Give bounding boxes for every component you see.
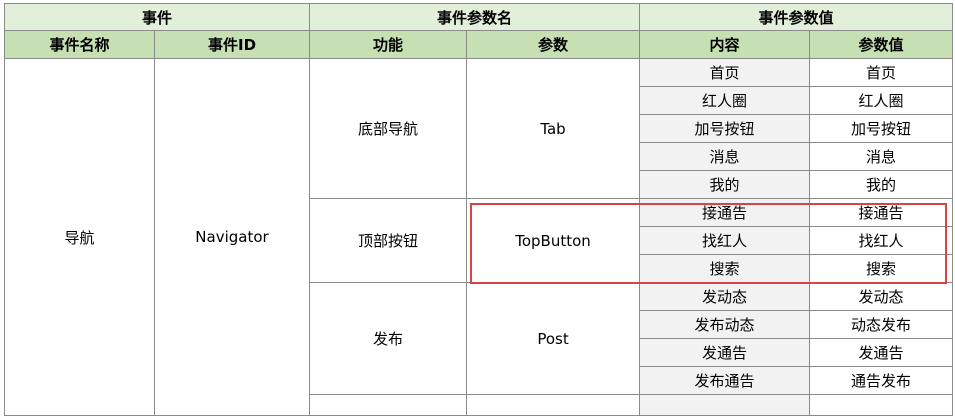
header-function: 功能 xyxy=(309,30,468,59)
value-cell: 通告发布 xyxy=(809,366,954,395)
event-id-cell: Navigator xyxy=(153,58,311,416)
content-cell: 加号按钮 xyxy=(639,114,811,143)
value-cell: 发通告 xyxy=(809,338,954,367)
content-cell: 红人圈 xyxy=(639,86,811,115)
value-cell: 动态发布 xyxy=(809,310,954,339)
header-value: 参数值 xyxy=(809,30,954,59)
value-cell: 搜索 xyxy=(809,254,954,283)
content-cell: 消息 xyxy=(639,142,811,171)
header-event-id: 事件ID xyxy=(153,30,311,59)
partial-cell xyxy=(639,394,811,416)
table-row: 导航 Navigator 底部导航 Tab 首页 首页 xyxy=(4,58,954,416)
event-table-wrapper: 事件 事件参数名 事件参数值 事件名称 事件ID 功能 参数 内容 参数值 导航… xyxy=(3,3,954,416)
value-cell: 接通告 xyxy=(809,198,954,227)
header-content: 内容 xyxy=(639,30,811,59)
event-params-table: 事件 事件参数名 事件参数值 事件名称 事件ID 功能 参数 内容 参数值 导航… xyxy=(3,3,954,416)
content-cell: 我的 xyxy=(639,170,811,199)
content-cell: 搜索 xyxy=(639,254,811,283)
param-cell: Post xyxy=(466,282,641,395)
partial-cell xyxy=(309,394,468,416)
function-cell: 发布 xyxy=(309,282,468,395)
param-cell: TopButton xyxy=(466,198,641,283)
value-cell: 红人圈 xyxy=(809,86,954,115)
function-cell: 底部导航 xyxy=(309,58,468,199)
content-cell: 首页 xyxy=(639,58,811,87)
header-event-param-name: 事件参数名 xyxy=(309,3,641,31)
function-cell: 顶部按钮 xyxy=(309,198,468,283)
param-cell: Tab xyxy=(466,58,641,199)
content-cell: 找红人 xyxy=(639,226,811,255)
value-cell: 我的 xyxy=(809,170,954,199)
value-cell: 发动态 xyxy=(809,282,954,311)
header-event-name: 事件名称 xyxy=(4,30,155,59)
value-cell: 消息 xyxy=(809,142,954,171)
event-name-cell: 导航 xyxy=(4,58,155,416)
value-cell: 加号按钮 xyxy=(809,114,954,143)
content-cell: 发通告 xyxy=(639,338,811,367)
header-param: 参数 xyxy=(466,30,641,59)
header-row-top: 事件 事件参数名 事件参数值 xyxy=(3,3,954,31)
value-cell: 找红人 xyxy=(809,226,954,255)
header-event-param-value: 事件参数值 xyxy=(639,3,954,31)
partial-cell xyxy=(809,394,954,416)
header-event: 事件 xyxy=(3,3,311,31)
content-cell: 接通告 xyxy=(639,198,811,227)
header-row-sub: 事件名称 事件ID 功能 参数 内容 参数值 xyxy=(4,30,954,59)
content-cell: 发布通告 xyxy=(639,366,811,395)
partial-cell xyxy=(466,394,641,416)
value-cell: 首页 xyxy=(809,58,954,87)
content-cell: 发布动态 xyxy=(639,310,811,339)
content-cell: 发动态 xyxy=(639,282,811,311)
